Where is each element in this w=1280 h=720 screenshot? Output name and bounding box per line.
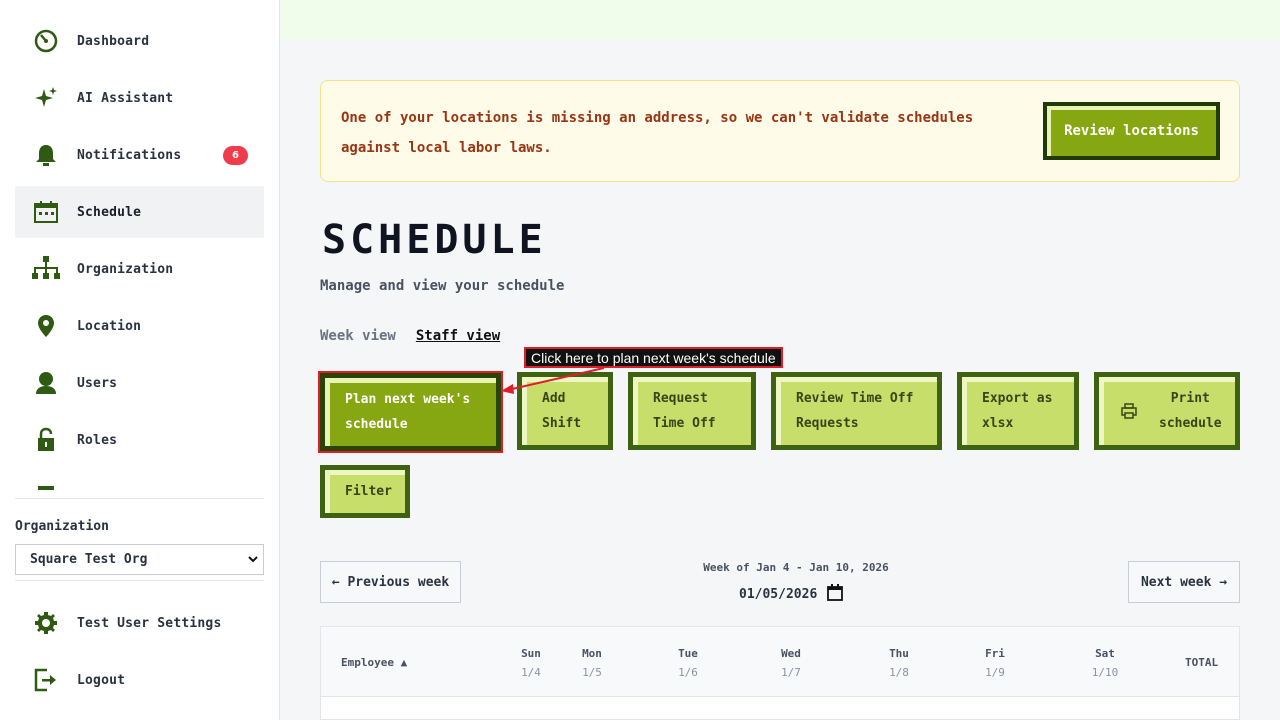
plan-next-week-label: Plan next week's schedule	[345, 392, 471, 432]
week-range: Week of Jan 4 - Jan 10, 2026	[703, 561, 889, 574]
sidebar-item-ai-assistant[interactable]: AI Assistant	[15, 72, 264, 124]
sparkle-icon	[31, 83, 61, 113]
filter-button[interactable]: Filter	[320, 465, 410, 518]
day-header-wed: Wed 1/7	[771, 644, 811, 682]
day-header-mon: Mon 1/5	[572, 644, 612, 682]
logout-icon	[31, 665, 61, 695]
day-header-tue: Tue 1/6	[668, 644, 708, 682]
day-name: Thu	[889, 647, 909, 660]
filter-label: Filter	[345, 484, 392, 499]
sidebar-item-notifications[interactable]: Notifications 6	[15, 129, 264, 181]
sidebar-item-organization[interactable]: Organization	[15, 243, 264, 295]
export-xlsx-label: Export as xlsx	[982, 391, 1053, 431]
org-select-value: Square Test Org	[30, 552, 148, 567]
dashboard-icon	[31, 26, 61, 56]
day-name: Wed	[781, 647, 801, 660]
day-date: 1/6	[678, 666, 698, 679]
print-schedule-label: Print schedule	[1159, 391, 1222, 431]
notification-badge: 6	[223, 146, 248, 165]
review-locations-button[interactable]: Review locations	[1043, 102, 1220, 160]
user-icon	[31, 368, 61, 398]
day-date: 1/5	[582, 666, 602, 679]
logout-label: Logout	[77, 672, 126, 688]
add-shift-label: Add Shift	[542, 391, 582, 431]
employee-column-header[interactable]: Employee ▲	[341, 653, 407, 672]
tooltip: Click here to plan next week's schedule	[524, 347, 783, 368]
day-date: 1/9	[985, 666, 1005, 679]
org-label: Organization	[15, 519, 109, 534]
request-time-off-button[interactable]: Request Time Off	[628, 372, 756, 450]
sidebar-item-label: Location	[77, 318, 142, 334]
top-bar	[281, 0, 1280, 40]
sidebar-item-label: AI Assistant	[77, 90, 174, 106]
day-name: Fri	[985, 647, 1005, 660]
settings-label: Test User Settings	[77, 615, 222, 631]
export-xlsx-button[interactable]: Export as xlsx	[957, 372, 1079, 450]
printer-icon	[1121, 403, 1137, 419]
gear-icon	[31, 608, 61, 638]
sidebar: Dashboard AI Assistant Notifications 6 S…	[0, 0, 280, 720]
sidebar-item-schedule[interactable]: Schedule	[15, 186, 264, 238]
sidebar-item-location[interactable]: Location	[15, 300, 264, 352]
date-picker[interactable]: 01/05/2026	[739, 584, 844, 605]
date-value: 01/05/2026	[739, 587, 818, 602]
logout-link[interactable]: Logout	[15, 654, 264, 706]
print-schedule-button[interactable]: Print schedule	[1094, 372, 1240, 450]
total-column-header: TOTAL	[1185, 656, 1219, 669]
day-date: 1/8	[889, 666, 909, 679]
address-alert: One of your locations is missing an addr…	[320, 80, 1240, 182]
day-header-fri: Fri 1/9	[975, 644, 1015, 682]
day-name: Sat	[1095, 647, 1115, 660]
location-pin-icon	[31, 311, 61, 341]
page-title: SCHEDULE	[322, 217, 547, 263]
sidebar-nav: Dashboard AI Assistant Notifications 6 S…	[15, 15, 264, 493]
day-header-sat: Sat 1/10	[1085, 644, 1125, 682]
tab-week-view[interactable]: Week view	[320, 328, 396, 344]
request-time-off-label: Request Time Off	[653, 391, 716, 431]
sidebar-divider	[15, 498, 264, 499]
day-name: Mon	[582, 647, 602, 660]
sidebar-item-label: Roles	[77, 432, 118, 448]
day-date: 1/4	[521, 666, 541, 679]
bell-icon	[31, 140, 61, 170]
previous-week-button[interactable]: ← Previous week	[320, 561, 461, 603]
tab-staff-view[interactable]: Staff view	[416, 328, 500, 344]
more-icon	[31, 482, 61, 493]
sidebar-item-dashboard[interactable]: Dashboard	[15, 15, 264, 67]
settings-link[interactable]: Test User Settings	[15, 597, 264, 649]
sidebar-item-label: Users	[77, 375, 118, 391]
sidebar-item-label: Organization	[77, 261, 174, 277]
review-time-off-button[interactable]: Review Time Off Requests	[771, 372, 942, 450]
review-time-off-label: Review Time Off Requests	[796, 391, 914, 431]
sidebar-item-label: Schedule	[77, 204, 142, 220]
sidebar-item-more[interactable]	[15, 471, 264, 493]
sidebar-item-roles[interactable]: Roles	[15, 414, 264, 466]
sidebar-item-label: Dashboard	[77, 33, 150, 49]
sidebar-item-users[interactable]: Users	[15, 357, 264, 409]
day-name: Tue	[678, 647, 698, 660]
next-week-button[interactable]: Next week →	[1128, 561, 1240, 603]
org-select[interactable]: Square Test Org	[15, 544, 264, 575]
sidebar-divider	[15, 580, 264, 581]
table-header: Employee ▲ Sun 1/4 Mon 1/5 Tue 1/6 Wed 1/7 T…	[321, 627, 1239, 697]
calendar-icon[interactable]	[827, 584, 844, 605]
chevron-down-icon	[247, 553, 259, 569]
lock-icon	[31, 425, 61, 455]
org-chart-icon	[31, 254, 61, 284]
schedule-table: Employee ▲ Sun 1/4 Mon 1/5 Tue 1/6 Wed 1/7 T…	[320, 626, 1240, 720]
add-shift-button[interactable]: Add Shift	[517, 372, 613, 450]
day-date: 1/10	[1091, 666, 1119, 679]
day-header-sun: Sun 1/4	[511, 644, 551, 682]
alert-message: One of your locations is missing an addr…	[341, 110, 974, 156]
day-date: 1/7	[781, 666, 801, 679]
day-name: Sun	[521, 647, 541, 660]
sidebar-item-label: Notifications	[77, 147, 182, 163]
page-subtitle: Manage and view your schedule	[320, 278, 565, 294]
view-tabs: Week view Staff view	[320, 328, 500, 344]
day-header-thu: Thu 1/8	[879, 644, 919, 682]
plan-next-week-button[interactable]: Plan next week's schedule	[318, 371, 503, 453]
calendar-icon	[31, 197, 61, 227]
